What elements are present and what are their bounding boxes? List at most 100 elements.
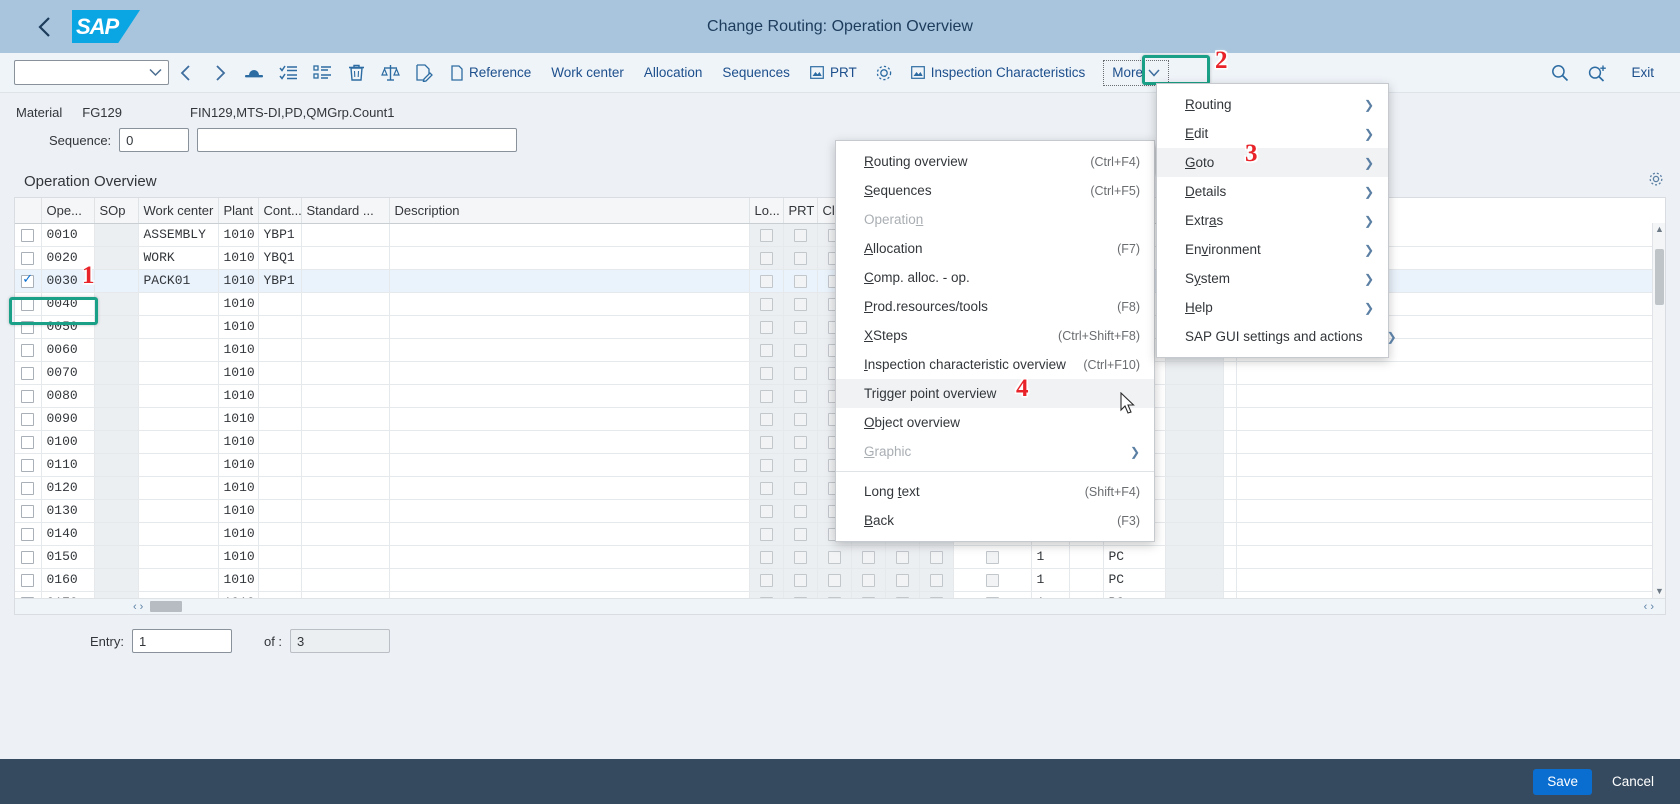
cell-control-key[interactable] bbox=[258, 361, 302, 385]
cell-activity[interactable] bbox=[1165, 384, 1224, 408]
row-checkbox[interactable] bbox=[21, 229, 35, 243]
cell-sop[interactable] bbox=[94, 292, 139, 316]
cell-operation[interactable]: 0120 bbox=[41, 476, 95, 500]
cell-activity[interactable] bbox=[1165, 361, 1224, 385]
cell-work-center[interactable]: ASSEMBLY bbox=[138, 223, 219, 247]
cell-sop[interactable] bbox=[94, 453, 139, 477]
toolbar-button-inspection-characteristics[interactable]: Inspection Characteristics bbox=[901, 58, 1096, 88]
cell-sop[interactable] bbox=[94, 315, 139, 339]
row-checkbox[interactable] bbox=[21, 367, 35, 381]
cell-flag-extra-2[interactable] bbox=[919, 545, 954, 569]
col-operation[interactable]: Ope... bbox=[41, 198, 95, 224]
scales-icon[interactable] bbox=[373, 58, 407, 88]
row-flag-checkbox[interactable] bbox=[759, 275, 773, 289]
cell-description[interactable] bbox=[389, 407, 750, 431]
row-flag-checkbox[interactable] bbox=[759, 436, 773, 450]
cell-standard-text[interactable] bbox=[301, 223, 390, 247]
cell-plant[interactable]: 1010 bbox=[218, 522, 259, 546]
menu-item-help[interactable]: Help ❯ bbox=[1157, 293, 1388, 322]
row-qty-checkbox[interactable] bbox=[985, 574, 999, 588]
cell-operation[interactable]: 0160 bbox=[41, 568, 95, 592]
row-flag-checkbox[interactable] bbox=[759, 551, 773, 565]
cell-flag-extra-1[interactable] bbox=[885, 545, 920, 569]
cell-quantity[interactable]: 1 bbox=[1031, 568, 1070, 592]
menu-item-back[interactable]: Back (F3) bbox=[836, 506, 1154, 535]
row-flag-checkbox[interactable] bbox=[793, 436, 807, 450]
cell-activity[interactable] bbox=[1165, 545, 1224, 569]
back-icon[interactable] bbox=[22, 5, 66, 49]
cell-work-center[interactable] bbox=[138, 292, 219, 316]
row-checkbox[interactable] bbox=[21, 413, 35, 427]
cell-standard-text[interactable] bbox=[301, 430, 390, 454]
cell-select[interactable] bbox=[15, 292, 42, 316]
cell-select[interactable] bbox=[15, 453, 42, 477]
cell-labor[interactable] bbox=[1223, 430, 1237, 454]
row-checkbox[interactable] bbox=[21, 482, 35, 496]
cell-work-center[interactable] bbox=[138, 522, 219, 546]
row-flag-checkbox[interactable] bbox=[793, 459, 807, 473]
sequence-input[interactable] bbox=[119, 128, 190, 152]
row-flag-checkbox[interactable] bbox=[793, 574, 807, 588]
cell-flag-1[interactable] bbox=[783, 338, 818, 362]
row-flag-checkbox[interactable] bbox=[759, 505, 773, 519]
menu-item-edit[interactable]: Edit ❯ bbox=[1157, 119, 1388, 148]
row-flag-checkbox[interactable] bbox=[759, 413, 773, 427]
scroll-up-icon[interactable]: ▲ bbox=[1653, 223, 1665, 236]
menu-item-comp-alloc-op[interactable]: Comp. alloc. - op. bbox=[836, 263, 1154, 292]
cell-unit[interactable]: PC bbox=[1103, 545, 1166, 569]
cell-standard-text[interactable] bbox=[301, 338, 390, 362]
col-work-center[interactable]: Work center bbox=[138, 198, 219, 224]
transaction-select[interactable] bbox=[14, 60, 169, 85]
cell-activity[interactable] bbox=[1165, 476, 1224, 500]
cell-standard-text[interactable] bbox=[301, 269, 390, 293]
cell-select[interactable] bbox=[15, 384, 42, 408]
row-flag-checkbox[interactable] bbox=[759, 229, 773, 243]
cell-labor[interactable] bbox=[1223, 522, 1237, 546]
cell-description[interactable] bbox=[389, 476, 750, 500]
row-flag-checkbox[interactable] bbox=[793, 252, 807, 266]
cell-description[interactable] bbox=[389, 568, 750, 592]
search-icon[interactable] bbox=[1543, 58, 1577, 88]
list-icon[interactable] bbox=[305, 58, 339, 88]
cell-sop[interactable] bbox=[94, 545, 139, 569]
row-flag-checkbox[interactable] bbox=[793, 390, 807, 404]
cell-flag-0[interactable] bbox=[749, 430, 784, 454]
row-checkbox[interactable] bbox=[21, 390, 35, 404]
cell-flag-0[interactable] bbox=[749, 407, 784, 431]
cell-plant[interactable]: 1010 bbox=[218, 361, 259, 385]
cell-activity[interactable] bbox=[1165, 453, 1224, 477]
cell-plant[interactable]: 1010 bbox=[218, 476, 259, 500]
sequence-description-input[interactable] bbox=[197, 128, 518, 152]
cell-flag-extra-0[interactable] bbox=[851, 545, 886, 569]
cell-labor[interactable] bbox=[1223, 361, 1237, 385]
cell-work-center[interactable]: PACK01 bbox=[138, 269, 219, 293]
cell-flag-0[interactable] bbox=[749, 338, 784, 362]
cell-description[interactable] bbox=[389, 453, 750, 477]
cell-description[interactable] bbox=[389, 223, 750, 247]
cell-labor[interactable] bbox=[1223, 545, 1237, 569]
menu-item-sequences[interactable]: Sequences (Ctrl+F5) bbox=[836, 176, 1154, 205]
row-checkbox[interactable] bbox=[21, 505, 35, 519]
save-button[interactable]: Save bbox=[1533, 768, 1592, 795]
cell-description[interactable] bbox=[389, 361, 750, 385]
cell-flag-1[interactable] bbox=[783, 361, 818, 385]
cell-standard-text[interactable] bbox=[301, 407, 390, 431]
cell-qty-flag[interactable] bbox=[953, 545, 1032, 569]
cell-select[interactable] bbox=[15, 545, 42, 569]
nav-forward-icon[interactable] bbox=[203, 58, 237, 88]
row-flag-checkbox[interactable] bbox=[793, 482, 807, 496]
cell-operation[interactable]: 0060 bbox=[41, 338, 95, 362]
toolbar-button-prt[interactable]: PRT bbox=[800, 58, 867, 88]
menu-item-allocation[interactable]: Allocation (F7) bbox=[836, 234, 1154, 263]
cell-control-key[interactable] bbox=[258, 453, 302, 477]
cell-sop[interactable] bbox=[94, 246, 139, 270]
cell-standard-text[interactable] bbox=[301, 545, 390, 569]
cell-control-key[interactable] bbox=[258, 430, 302, 454]
cell-work-center[interactable] bbox=[138, 384, 219, 408]
row-flag-checkbox[interactable] bbox=[929, 551, 943, 565]
settings-gear-icon[interactable] bbox=[867, 58, 901, 88]
cell-activity[interactable] bbox=[1165, 407, 1224, 431]
cell-description[interactable] bbox=[389, 545, 750, 569]
delete-icon[interactable] bbox=[339, 58, 373, 88]
cell-plant[interactable]: 1010 bbox=[218, 223, 259, 247]
